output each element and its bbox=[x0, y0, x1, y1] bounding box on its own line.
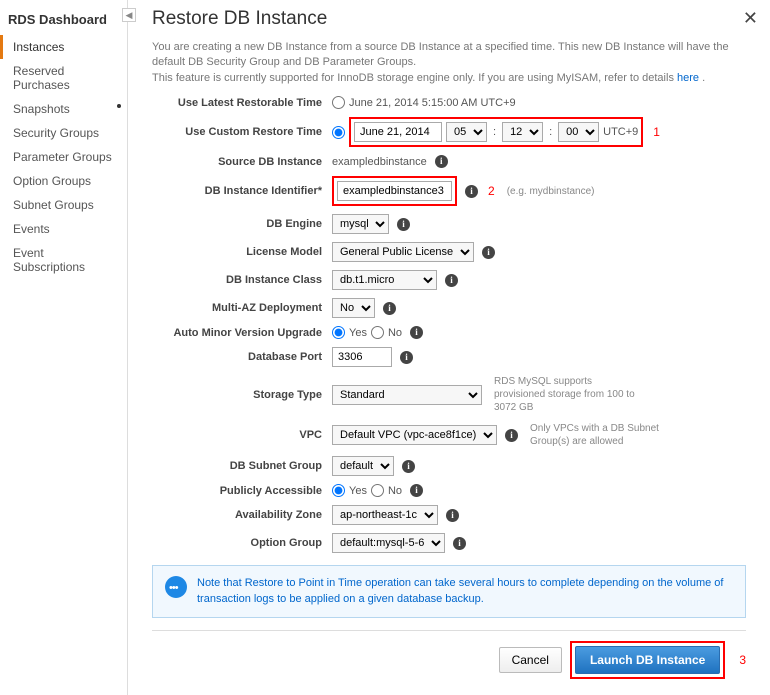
label-vpc: VPC bbox=[152, 429, 332, 441]
info-icon[interactable]: i bbox=[446, 509, 459, 522]
class-select[interactable]: db.t1.micro bbox=[332, 270, 437, 290]
label-license: License Model bbox=[152, 246, 332, 258]
label-multiaz: Multi-AZ Deployment bbox=[152, 302, 332, 314]
source-value: exampledbinstance bbox=[332, 156, 427, 168]
vpc-hint: Only VPCs with a DB Subnet Group(s) are … bbox=[530, 422, 680, 448]
custom-time-box: 05 : 12 : 00 UTC+9 bbox=[349, 117, 643, 147]
info-icon[interactable]: i bbox=[435, 155, 448, 168]
sidebar-item-option-groups[interactable]: Option Groups bbox=[0, 169, 127, 193]
colon: : bbox=[547, 126, 554, 138]
label-port: Database Port bbox=[152, 351, 332, 363]
cancel-button[interactable]: Cancel bbox=[499, 647, 562, 673]
engine-select[interactable]: mysql bbox=[332, 214, 389, 234]
sidebar-item-subnet-groups[interactable]: Subnet Groups bbox=[0, 193, 127, 217]
info-icon[interactable]: i bbox=[402, 460, 415, 473]
separator bbox=[152, 630, 746, 631]
close-icon[interactable]: ✕ bbox=[743, 8, 758, 29]
info-icon[interactable]: i bbox=[465, 185, 478, 198]
intro-line2: This feature is currently supported for … bbox=[152, 72, 677, 84]
info-icon[interactable]: i bbox=[445, 274, 458, 287]
intro-text: You are creating a new DB Instance from … bbox=[152, 36, 746, 96]
sidebar-item-snapshots[interactable]: Snapshots bbox=[0, 97, 127, 121]
info-icon[interactable]: i bbox=[397, 218, 410, 231]
autominor-yes-label: Yes bbox=[349, 327, 367, 339]
storage-select[interactable]: Standard bbox=[332, 385, 482, 405]
radio-latest[interactable] bbox=[332, 96, 345, 109]
launch-box: Launch DB Instance bbox=[570, 641, 725, 679]
sidebar-item-events[interactable]: Events bbox=[0, 217, 127, 241]
identifier-input[interactable] bbox=[337, 181, 452, 201]
label-autominor: Auto Minor Version Upgrade bbox=[152, 327, 332, 339]
subnet-select[interactable]: default bbox=[332, 456, 394, 476]
colon: : bbox=[491, 126, 498, 138]
public-no-radio[interactable] bbox=[371, 484, 384, 497]
info-icon[interactable]: i bbox=[410, 484, 423, 497]
autominor-no-label: No bbox=[388, 327, 402, 339]
custom-sec-select[interactable]: 00 bbox=[558, 122, 599, 142]
az-select[interactable]: ap-northeast-1c bbox=[332, 505, 438, 525]
latest-time-text: June 21, 2014 5:15:00 AM UTC+9 bbox=[349, 97, 516, 109]
sidebar: RDS Dashboard ◀ Instances Reserved Purch… bbox=[0, 0, 128, 695]
sidebar-item-parameter-groups[interactable]: Parameter Groups bbox=[0, 145, 127, 169]
autominor-yes-radio[interactable] bbox=[332, 326, 345, 339]
label-storage: Storage Type bbox=[152, 389, 332, 401]
sidebar-item-security-groups[interactable]: Security Groups bbox=[0, 121, 127, 145]
annotation-2: 2 bbox=[488, 184, 495, 198]
annotation-1: 1 bbox=[653, 125, 660, 139]
notice-box: Note that Restore to Point in Time opera… bbox=[152, 565, 746, 618]
vpc-select[interactable]: Default VPC (vpc-ace8f1ce) bbox=[332, 425, 497, 445]
label-class: DB Instance Class bbox=[152, 274, 332, 286]
autominor-no-radio[interactable] bbox=[371, 326, 384, 339]
notice-text: Note that Restore to Point in Time opera… bbox=[197, 576, 733, 607]
identifier-box bbox=[332, 176, 457, 206]
info-icon[interactable]: i bbox=[410, 326, 423, 339]
identifier-hint: (e.g. mydbinstance) bbox=[507, 186, 595, 197]
main-content: ✕ Restore DB Instance You are creating a… bbox=[128, 0, 770, 695]
launch-button[interactable]: Launch DB Instance bbox=[575, 646, 720, 674]
info-icon[interactable]: i bbox=[505, 429, 518, 442]
custom-date-input[interactable] bbox=[354, 122, 442, 142]
label-public: Publicly Accessible bbox=[152, 485, 332, 497]
radio-custom[interactable] bbox=[332, 126, 345, 139]
tz-text: UTC+9 bbox=[603, 126, 638, 138]
intro-link[interactable]: here bbox=[677, 72, 699, 84]
label-custom: Use Custom Restore Time bbox=[152, 126, 332, 138]
info-icon[interactable]: i bbox=[383, 302, 396, 315]
info-icon[interactable]: i bbox=[482, 246, 495, 259]
label-az: Availability Zone bbox=[152, 509, 332, 521]
multiaz-select[interactable]: No bbox=[332, 298, 375, 318]
label-subnet: DB Subnet Group bbox=[152, 460, 332, 472]
sidebar-title: RDS Dashboard bbox=[0, 8, 127, 35]
label-source: Source DB Instance bbox=[152, 156, 332, 168]
sidebar-item-reserved[interactable]: Reserved Purchases bbox=[0, 59, 127, 97]
license-select[interactable]: General Public License bbox=[332, 242, 474, 262]
public-yes-radio[interactable] bbox=[332, 484, 345, 497]
storage-hint: RDS MySQL supports provisioned storage f… bbox=[494, 375, 644, 414]
sidebar-item-instances[interactable]: Instances bbox=[0, 35, 127, 59]
intro-line1: You are creating a new DB Instance from … bbox=[152, 41, 729, 68]
public-yes-label: Yes bbox=[349, 485, 367, 497]
public-no-label: No bbox=[388, 485, 402, 497]
optiongrp-select[interactable]: default:mysql-5-6 bbox=[332, 533, 445, 553]
custom-min-select[interactable]: 12 bbox=[502, 122, 543, 142]
label-identifier: DB Instance Identifier* bbox=[152, 185, 332, 197]
annotation-3: 3 bbox=[739, 653, 746, 667]
label-optiongrp: Option Group bbox=[152, 537, 332, 549]
notice-icon bbox=[165, 576, 187, 598]
label-latest: Use Latest Restorable Time bbox=[152, 97, 332, 109]
custom-hour-select[interactable]: 05 bbox=[446, 122, 487, 142]
info-icon[interactable]: i bbox=[400, 351, 413, 364]
page-title: Restore DB Instance bbox=[152, 8, 746, 36]
port-input[interactable] bbox=[332, 347, 392, 367]
sidebar-item-event-subscriptions[interactable]: Event Subscriptions bbox=[0, 241, 127, 279]
label-engine: DB Engine bbox=[152, 218, 332, 230]
info-icon[interactable]: i bbox=[453, 537, 466, 550]
footer: Cancel Launch DB Instance 3 bbox=[152, 641, 746, 679]
dot-icon bbox=[117, 104, 121, 108]
